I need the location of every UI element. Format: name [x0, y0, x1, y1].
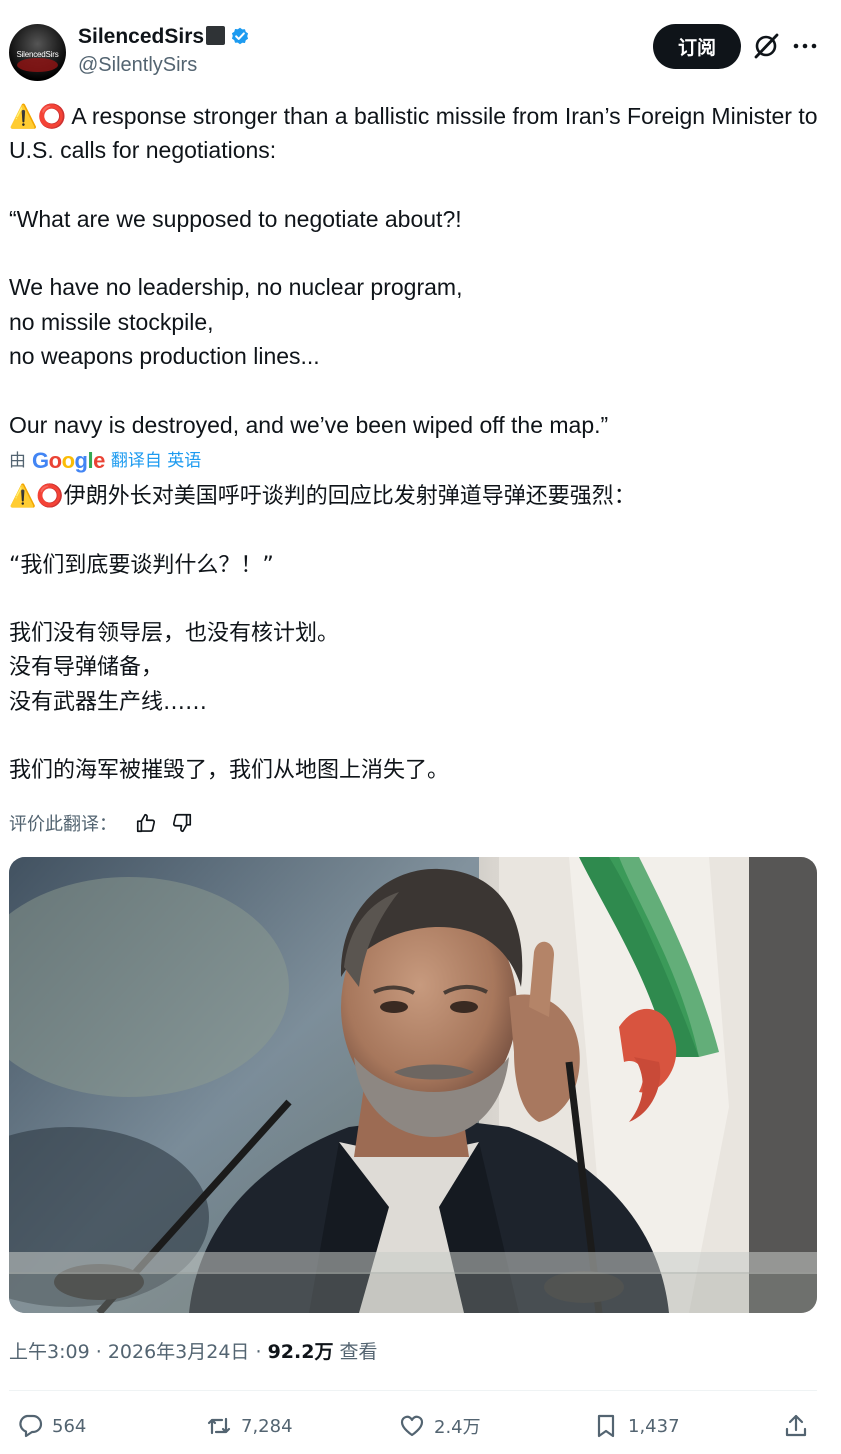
retweet-count: 7,284	[241, 1415, 293, 1437]
tweet-time[interactable]: 上午3:09	[9, 1341, 90, 1363]
avatar[interactable]: SilencedSirs	[9, 24, 66, 81]
tweet-text-original: ⚠️⭕ A response stronger than a ballistic…	[9, 103, 818, 438]
views-label: 查看	[339, 1341, 378, 1363]
divider	[9, 1390, 817, 1391]
rate-translation-row: 评价此翻译：	[9, 810, 193, 836]
like-button[interactable]: 2.4万	[398, 1410, 481, 1442]
translated-by-prefix: 由	[9, 451, 26, 470]
like-count: 2.4万	[434, 1417, 481, 1438]
meta-separator-2: ·	[255, 1341, 262, 1363]
google-logo: Google	[32, 448, 105, 473]
tweet-photo[interactable]	[9, 857, 817, 1313]
photo-illustration	[9, 857, 817, 1313]
avatar-text: SilencedSirs	[16, 50, 59, 59]
share-icon	[785, 1414, 807, 1437]
view-count: 92.2万	[267, 1341, 334, 1363]
reply-count: 564	[52, 1415, 87, 1437]
reply-icon	[19, 1414, 43, 1438]
grok-icon[interactable]	[752, 32, 780, 60]
translated-from-link[interactable]: 翻译自 英语	[111, 449, 201, 473]
tweet-text-translated: ⚠️⭕伊朗外长对美国呼吁谈判的回应比发射弹道导弹还要强烈： “我们到底要谈判什么…	[9, 484, 636, 784]
bookmark-icon	[597, 1414, 615, 1438]
more-options-icon[interactable]	[792, 36, 818, 56]
thumb-up-icon[interactable]	[135, 812, 157, 834]
author-handle[interactable]: @SilentlySirs	[78, 53, 197, 77]
rate-translation-label: 评价此翻译：	[9, 814, 117, 835]
tweet-date[interactable]: 2026年3月24日	[108, 1341, 250, 1363]
square-emoji-icon	[206, 26, 226, 45]
share-button[interactable]	[782, 1410, 818, 1442]
heart-icon	[400, 1415, 424, 1437]
bookmark-button[interactable]: 1,437	[592, 1410, 680, 1442]
display-name-text: SilencedSirs	[78, 25, 205, 48]
retweet-icon	[207, 1417, 231, 1435]
bookmark-count: 1,437	[628, 1415, 680, 1437]
retweet-button[interactable]: 7,284	[205, 1410, 293, 1442]
meta-separator: ·	[95, 1341, 102, 1363]
display-name[interactable]: SilencedSirs	[78, 24, 251, 50]
thumb-down-icon[interactable]	[171, 812, 193, 834]
reply-button[interactable]: 564	[16, 1410, 86, 1442]
subscribe-button[interactable]: 订阅	[653, 24, 741, 69]
verified-badge-icon	[231, 27, 249, 45]
translation-attribution: 由 Google 翻译自 英语	[9, 449, 201, 473]
tweet-meta: 上午3:09 · 2026年3月24日 · 92.2万 查看	[9, 1339, 378, 1365]
